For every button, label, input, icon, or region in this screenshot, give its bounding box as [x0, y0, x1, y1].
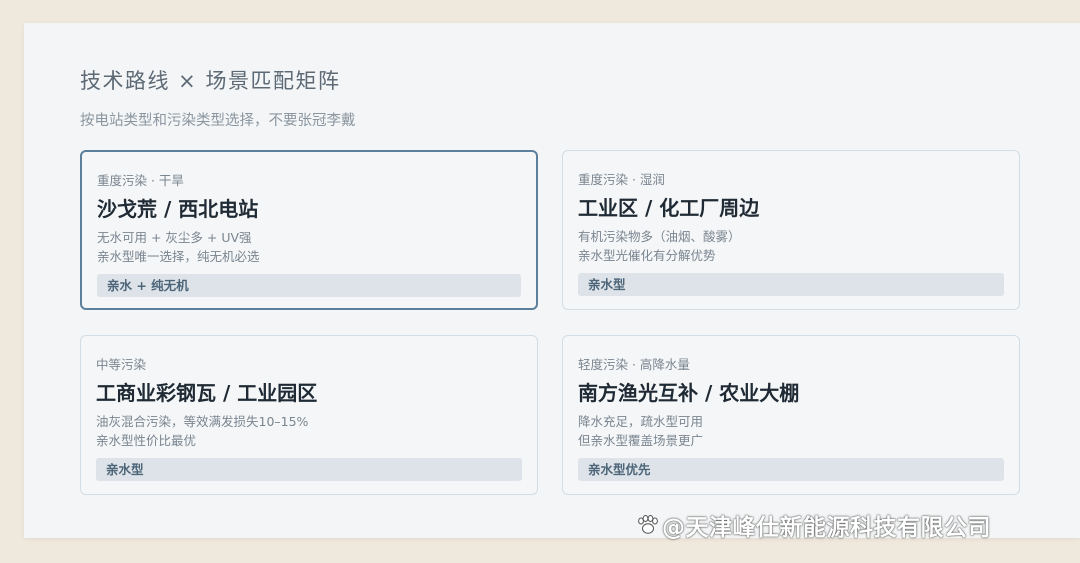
card-tag: 重度污染 · 湿润 [578, 172, 665, 187]
card-description: 有机污染物多（油烟、酸雾） 亲水型光催化有分解优势 [578, 227, 741, 265]
watermark: @天津峰仕新能源科技有限公司 [636, 508, 991, 542]
card-description-line: 亲水型性价比最优 [96, 433, 197, 448]
card-recommendation-badge: 亲水型优先 [578, 458, 1004, 481]
card-title: 南方渔光互补 / 农业大棚 [578, 381, 800, 405]
card-description: 降水充足，疏水型可用 但亲水型覆盖场景更广 [578, 412, 703, 450]
scenario-card-desert[interactable]: 重度污染 · 干旱 沙戈荒 / 西北电站 无水可用 + 灰尘多 + UV强 亲水… [80, 150, 538, 310]
card-description-line: 无水可用 + 灰尘多 + UV强 [97, 230, 252, 245]
matrix-panel: 技术路线 × 场景匹配矩阵 按电站类型和污染类型选择，不要张冠李戴 重度污染 ·… [24, 23, 1080, 538]
card-description-line: 油灰混合污染，等效满发损失10–15% [96, 414, 309, 429]
page-subtitle: 按电站类型和污染类型选择，不要张冠李戴 [80, 113, 356, 129]
page-title: 技术路线 × 场景匹配矩阵 [80, 69, 341, 93]
card-tag: 轻度污染 · 高降水量 [578, 357, 690, 372]
card-description-line: 亲水型唯一选择，纯无机必选 [97, 249, 260, 264]
scenario-card-fishery-agri[interactable]: 轻度污染 · 高降水量 南方渔光互补 / 农业大棚 降水充足，疏水型可用 但亲水… [562, 335, 1020, 495]
card-title: 工业区 / 化工厂周边 [578, 196, 760, 220]
paw-icon [636, 515, 658, 541]
card-description: 油灰混合污染，等效满发损失10–15% 亲水型性价比最优 [96, 412, 308, 450]
card-description-line: 但亲水型覆盖场景更广 [578, 433, 704, 448]
card-description: 无水可用 + 灰尘多 + UV强 亲水型唯一选择，纯无机必选 [97, 228, 260, 266]
watermark-text: @天津峰仕新能源科技有限公司 [662, 515, 991, 541]
card-description-line: 有机污染物多（油烟、酸雾） [578, 229, 741, 244]
card-tag: 中等污染 [96, 357, 147, 372]
card-tag: 重度污染 · 干旱 [97, 173, 184, 188]
card-title: 工商业彩钢瓦 / 工业园区 [96, 381, 318, 405]
scenario-card-commercial-roof[interactable]: 中等污染 工商业彩钢瓦 / 工业园区 油灰混合污染，等效满发损失10–15% 亲… [80, 335, 538, 495]
card-recommendation-badge: 亲水 + 纯无机 [97, 274, 521, 297]
scenario-card-industrial[interactable]: 重度污染 · 湿润 工业区 / 化工厂周边 有机污染物多（油烟、酸雾） 亲水型光… [562, 150, 1020, 310]
card-recommendation-badge: 亲水型 [96, 458, 522, 481]
card-title: 沙戈荒 / 西北电站 [97, 197, 259, 221]
card-description-line: 亲水型光催化有分解优势 [578, 248, 716, 263]
card-recommendation-badge: 亲水型 [578, 273, 1004, 296]
card-description-line: 降水充足，疏水型可用 [578, 414, 704, 429]
